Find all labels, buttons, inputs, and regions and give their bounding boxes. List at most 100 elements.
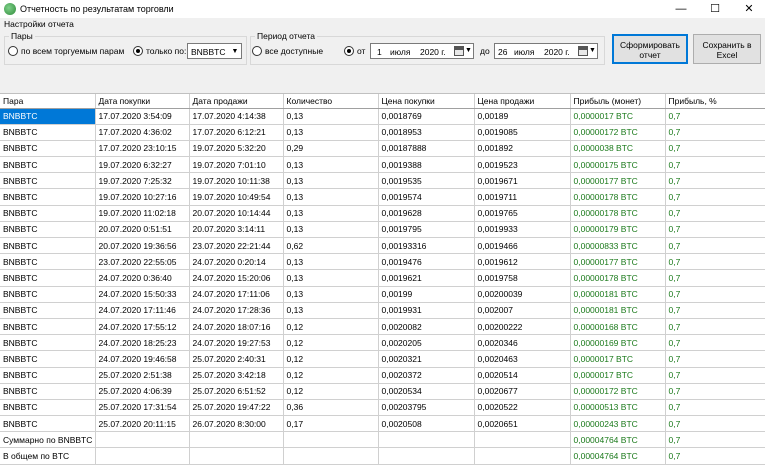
table-cell[interactable]: 0,12 [283,383,379,400]
table-cell[interactable]: 0,0019476 [378,253,475,271]
table-cell[interactable]: 0,7 [665,367,765,384]
table-cell[interactable]: 17.07.2020 6:12:21 [189,124,284,141]
table-cell[interactable]: 0,00000178 BTC [570,269,666,287]
table-cell[interactable]: 0,12 [283,334,379,352]
table-cell[interactable]: 0,00004764 BTC [570,447,666,465]
table-cell[interactable]: 24.07.2020 0:20:14 [189,253,284,271]
table-cell[interactable]: 0,0020534 [378,383,475,400]
table-cell[interactable]: 0,7 [665,318,765,336]
table-cell[interactable]: 23.07.2020 22:55:05 [95,253,190,271]
table-cell[interactable]: 0,7 [665,108,765,125]
table-cell[interactable]: 0,0020463 [474,350,571,368]
table-cell[interactable]: 20.07.2020 0:51:51 [95,221,190,239]
table-row[interactable]: Суммарно по BNBBTC 0,00004764 BTC 0,7 [0,431,765,449]
all-period-label[interactable]: все доступные [265,46,323,56]
column-header[interactable]: Количество [283,94,379,109]
table-row[interactable]: BNBBTC 24.07.2020 19:46:58 25.07.2020 2:40… [0,350,765,368]
table-cell[interactable]: Суммарно по BNBBTC [0,431,96,449]
table-cell[interactable]: BNBBTC [0,188,96,206]
table-cell[interactable]: 0,0019628 [378,205,475,222]
table-row[interactable]: BNBBTC 25.07.2020 20:11:15 26.07.2020 8:30… [0,415,765,433]
table-cell[interactable]: 19.07.2020 7:01:10 [189,156,284,174]
table-cell[interactable]: 25.07.2020 20:11:15 [95,415,190,433]
table-cell[interactable]: 0,001892 [474,140,571,158]
maximize-button[interactable]: ☐ [698,0,732,18]
all-period-radio[interactable] [252,46,262,56]
table-cell[interactable]: 24.07.2020 15:50:33 [95,286,190,303]
table-cell[interactable]: BNBBTC [0,415,96,433]
table-cell[interactable]: 0,0019931 [378,302,475,319]
table-cell[interactable]: 0,00193316 [378,237,475,255]
table-cell[interactable]: 0,00187888 [378,140,475,158]
table-cell[interactable]: 0,13 [283,108,379,125]
table-cell[interactable]: 0,00200039 [474,286,571,303]
table-row[interactable]: BNBBTC 24.07.2020 17:11:46 24.07.2020 17:2… [0,302,765,319]
table-cell[interactable] [189,431,284,449]
table-cell[interactable] [378,431,475,449]
table-cell[interactable]: 0,7 [665,205,765,222]
table-cell[interactable]: 0,0019466 [474,237,571,255]
table-cell[interactable]: 0,00000181 BTC [570,302,666,319]
table-cell[interactable]: 0,00200222 [474,318,571,336]
table-cell[interactable]: BNBBTC [0,286,96,303]
column-header[interactable]: Прибыль, % [665,94,765,109]
table-cell[interactable]: 0,13 [283,124,379,141]
table-cell[interactable]: BNBBTC [0,350,96,368]
table-cell[interactable]: 0,12 [283,350,379,368]
table-cell[interactable]: 0,00000243 BTC [570,415,666,433]
table-cell[interactable]: 17.07.2020 4:36:02 [95,124,190,141]
table-cell[interactable]: 0,00000172 BTC [570,124,666,141]
table-cell[interactable]: 0,7 [665,221,765,239]
table-cell[interactable]: 0,00000177 BTC [570,253,666,271]
report-grid[interactable]: Пара Дата покупки Дата продажи Количество Це… [0,93,765,470]
table-row[interactable]: BNBBTC 17.07.2020 23:10:15 19.07.2020 5:32… [0,140,765,158]
table-cell[interactable]: 0,00000178 BTC [570,205,666,222]
generate-report-button[interactable]: Сформировать отчет [612,34,688,64]
table-cell[interactable]: 0,00000168 BTC [570,318,666,336]
table-cell[interactable]: 0,7 [665,447,765,465]
table-cell[interactable]: 0,00203795 [378,399,475,417]
table-cell[interactable]: 24.07.2020 17:11:46 [95,302,190,319]
table-cell[interactable]: 25.07.2020 17:31:54 [95,399,190,417]
table-cell[interactable] [474,447,571,465]
table-cell[interactable]: 0,00000169 BTC [570,334,666,352]
table-cell[interactable]: 0,7 [665,140,765,158]
table-cell[interactable]: BNBBTC [0,399,96,417]
table-cell[interactable]: 0,0018953 [378,124,475,141]
table-cell[interactable]: 17.07.2020 23:10:15 [95,140,190,158]
table-row[interactable]: BNBBTC 23.07.2020 22:55:05 24.07.2020 0:20… [0,253,765,271]
table-cell[interactable]: 25.07.2020 2:40:31 [189,350,284,368]
table-cell[interactable]: 0,00000178 BTC [570,188,666,206]
table-cell[interactable]: 0,00199 [378,286,475,303]
table-cell[interactable]: 24.07.2020 19:46:58 [95,350,190,368]
table-cell[interactable]: 0,7 [665,350,765,368]
column-header[interactable]: Цена продажи [474,94,571,109]
table-cell[interactable]: 24.07.2020 18:07:16 [189,318,284,336]
table-cell[interactable] [95,447,190,465]
table-cell[interactable]: 0,0020205 [378,334,475,352]
all-pairs-label[interactable]: по всем торгуемым парам [21,46,124,56]
table-cell[interactable]: 25.07.2020 3:42:18 [189,367,284,384]
pair-select[interactable]: BNBBTC ▼ [187,43,242,59]
table-cell[interactable]: 0,7 [665,383,765,400]
table-cell[interactable]: 0,00000513 BTC [570,399,666,417]
table-cell[interactable]: 0,7 [665,188,765,206]
table-cell[interactable]: 0,0020514 [474,367,571,384]
table-cell[interactable]: 20.07.2020 19:36:56 [95,237,190,255]
table-cell[interactable]: 0,7 [665,172,765,190]
table-cell[interactable]: 24.07.2020 18:25:23 [95,334,190,352]
table-cell[interactable]: 19.07.2020 10:49:54 [189,188,284,206]
table-cell[interactable]: 19.07.2020 10:27:16 [95,188,190,206]
table-cell[interactable]: 0,13 [283,302,379,319]
all-pairs-radio[interactable] [8,46,18,56]
table-cell[interactable]: BNBBTC [0,334,96,352]
table-cell[interactable]: В общем по BTC [0,447,96,465]
table-cell[interactable]: 24.07.2020 0:36:40 [95,269,190,287]
column-header[interactable]: Дата покупки [95,94,190,109]
table-cell[interactable]: 0,0020522 [474,399,571,417]
table-row[interactable]: BNBBTC 25.07.2020 2:51:38 25.07.2020 3:42:… [0,367,765,384]
table-row[interactable]: BNBBTC 20.07.2020 19:36:56 23.07.2020 22:2… [0,237,765,255]
table-cell[interactable]: 19.07.2020 5:32:20 [189,140,284,158]
table-cell[interactable]: 0,0020677 [474,383,571,400]
from-label[interactable]: от [357,46,365,56]
